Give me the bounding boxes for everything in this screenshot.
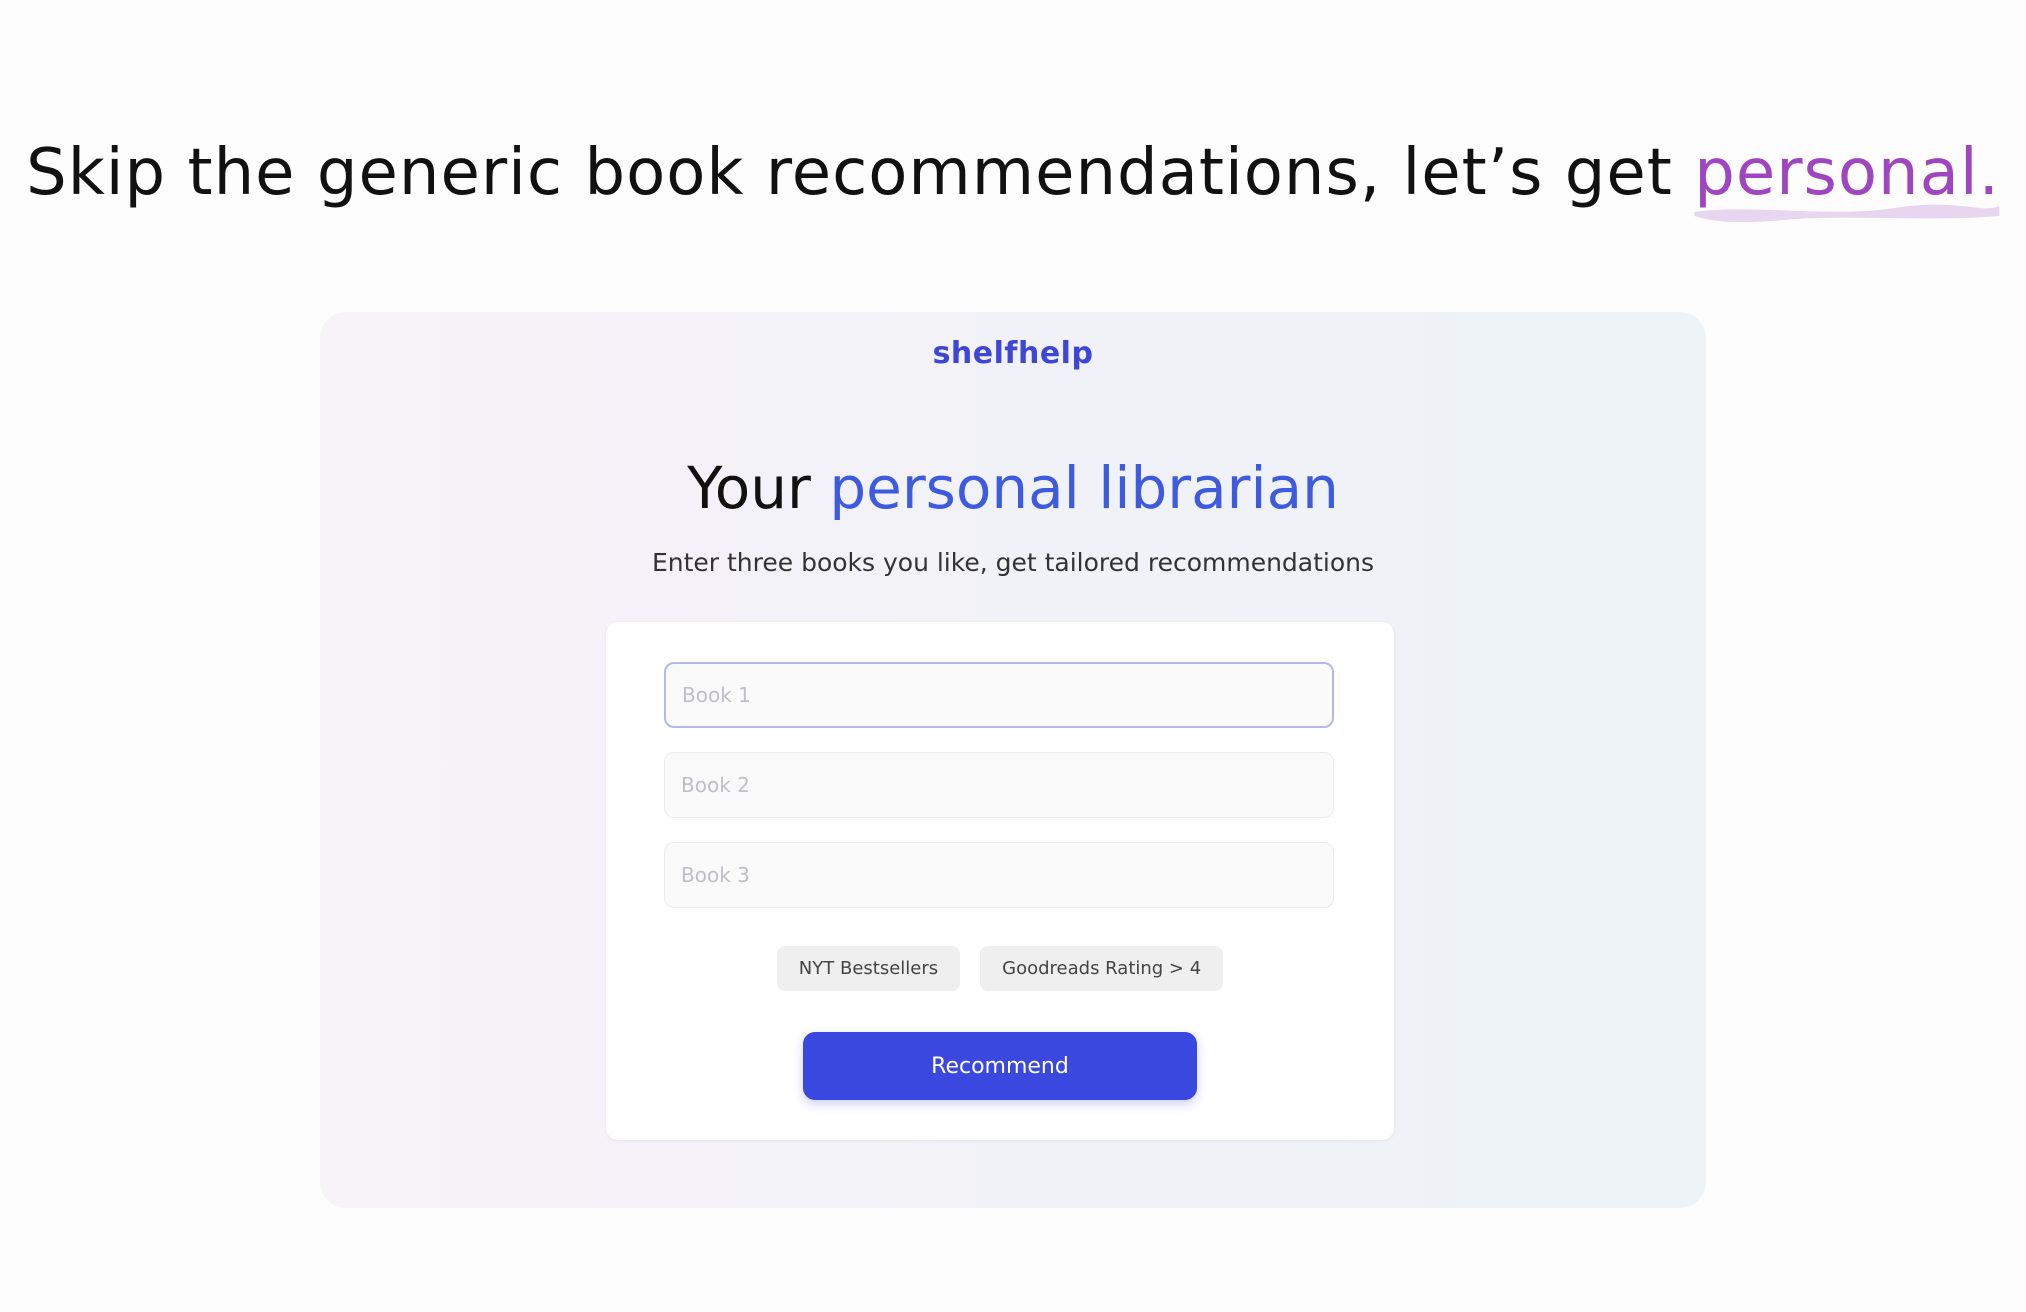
page-heading-accent: personal librarian [829, 454, 1339, 522]
book-2-input[interactable] [664, 752, 1334, 818]
hero-title-accent-text: personal. [1694, 136, 2000, 210]
app-preview-panel: shelfhelp Your personal librarian Enter … [320, 312, 1706, 1208]
brand-logo[interactable]: shelfhelp [320, 336, 1706, 371]
hero-title-text: Skip the generic book recommendations, l… [26, 136, 1695, 210]
hero-title: Skip the generic book recommendations, l… [0, 128, 2026, 222]
page-subheading: Enter three books you like, get tailored… [651, 548, 1375, 577]
filter-chip-goodreads-rating[interactable]: Goodreads Rating > 4 [980, 946, 1224, 991]
filter-chips: NYT Bestsellers Goodreads Rating > 4 [606, 946, 1394, 991]
recommendation-form: NYT Bestsellers Goodreads Rating > 4 Rec… [606, 622, 1394, 1140]
book-1-input[interactable] [664, 662, 1334, 728]
page-heading-text: Your [687, 454, 830, 522]
book-3-input[interactable] [664, 842, 1334, 908]
recommend-button[interactable]: Recommend [803, 1032, 1197, 1100]
page-heading: Your personal librarian [320, 454, 1706, 522]
hero-title-accent: personal. [1694, 128, 2000, 222]
filter-chip-nyt-bestsellers[interactable]: NYT Bestsellers [776, 946, 961, 991]
